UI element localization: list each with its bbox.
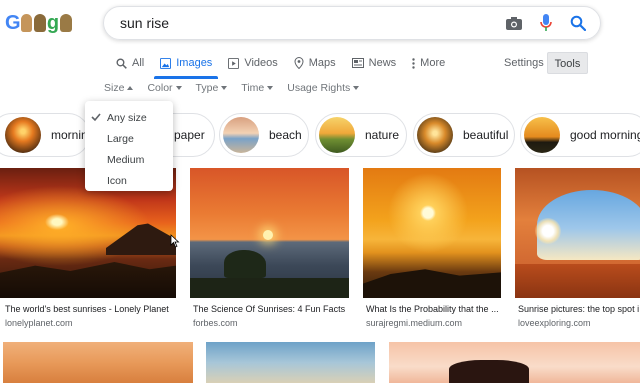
caret-down-icon (353, 86, 360, 90)
chip-beach[interactable]: beach (219, 113, 309, 157)
tab-label: All (132, 57, 145, 69)
menu-item-large[interactable]: Large (85, 128, 173, 149)
tab-images[interactable]: Images (154, 52, 219, 79)
search-bar (103, 6, 601, 40)
tab-label: Images (176, 57, 213, 69)
filter-color[interactable]: Color (147, 82, 182, 94)
filter-type[interactable]: Type (196, 82, 228, 94)
filter-label: Time (241, 82, 265, 94)
search-icon[interactable] (568, 13, 588, 33)
menu-item-label: Large (107, 132, 134, 145)
filter-bar: Size Color Type Time Usage Rights (104, 82, 360, 94)
filter-usage-rights[interactable]: Usage Rights (287, 82, 360, 94)
result-image[interactable] (3, 342, 193, 383)
filter-label: Type (195, 82, 219, 94)
result-title[interactable]: The Science Of Sunrises: 4 Fun Facts (193, 303, 353, 315)
chip-label: beautiful (463, 128, 509, 142)
menu-item-label: Medium (107, 153, 145, 166)
chip-nature[interactable]: nature (315, 113, 407, 157)
chip-thumbnail (319, 117, 355, 153)
map-pin-icon (294, 57, 304, 69)
chip-beautiful[interactable]: beautiful (413, 113, 515, 157)
tab-news[interactable]: News (346, 52, 403, 74)
chip-morning[interactable]: morning (0, 113, 94, 157)
result-image[interactable] (190, 168, 349, 298)
menu-item-icon[interactable]: Icon (85, 170, 173, 191)
result-title[interactable]: The world's best sunrises - Lonely Plane… (5, 303, 175, 315)
settings-button[interactable]: Settings (496, 52, 552, 74)
checkmark-icon (91, 113, 101, 122)
filter-label: Usage Rights (287, 82, 351, 94)
filter-time[interactable]: Time (241, 82, 274, 94)
tab-label: Maps (308, 57, 336, 69)
tab-maps[interactable]: Maps (288, 52, 342, 74)
result-source: surajregmi.medium.com (366, 318, 463, 328)
result-title[interactable]: Sunrise pictures: the top spot i (518, 303, 640, 315)
caret-up-icon (127, 86, 134, 90)
result-image[interactable] (363, 168, 501, 298)
chip-label: paper (174, 128, 205, 142)
result-source: loveexploring.com (518, 318, 591, 328)
filter-size[interactable]: Size (104, 82, 134, 94)
size-dropdown-menu: Any size Large Medium Icon (85, 101, 173, 191)
result-title[interactable]: What Is the Probability that the ... (366, 303, 504, 315)
filter-label: Color (147, 82, 173, 94)
image-icon (160, 57, 172, 69)
chip-thumbnail (5, 117, 41, 153)
search-tabs: All Images Videos Maps News More (110, 52, 455, 79)
video-icon (228, 57, 240, 69)
camera-icon[interactable] (504, 13, 524, 33)
tab-label: More (420, 57, 446, 69)
result-source: forbes.com (193, 318, 238, 328)
tab-label: Videos (244, 57, 278, 69)
more-vert-icon (412, 57, 415, 69)
tab-more[interactable]: More (406, 52, 451, 74)
news-icon (351, 58, 364, 68)
menu-item-label: Icon (107, 174, 127, 187)
mouse-cursor-icon (170, 234, 180, 248)
result-image[interactable] (206, 342, 375, 383)
chip-good-morning[interactable]: good morning (520, 113, 640, 157)
search-icon (116, 57, 127, 69)
chip-label: good morning (570, 128, 640, 142)
result-source: lonelyplanet.com (5, 318, 73, 328)
menu-item-medium[interactable]: Medium (85, 149, 173, 170)
chip-label: nature (365, 128, 400, 142)
menu-item-any-size[interactable]: Any size (85, 107, 173, 128)
result-image[interactable] (389, 342, 640, 383)
result-image[interactable] (515, 168, 640, 298)
google-doodle-logo[interactable]: Gg (5, 10, 73, 36)
chip-label: beach (269, 128, 302, 142)
caret-down-icon (221, 86, 228, 90)
tools-button[interactable]: Tools (547, 52, 588, 74)
menu-item-label: Any size (107, 111, 147, 124)
filter-label: Size (104, 82, 125, 94)
tab-all[interactable]: All (110, 52, 150, 74)
tab-label: News (368, 57, 397, 69)
chip-thumbnail (223, 117, 259, 153)
caret-down-icon (175, 86, 182, 90)
microphone-icon[interactable] (536, 13, 556, 33)
chip-thumbnail (524, 117, 560, 153)
search-input[interactable] (120, 7, 500, 39)
tab-videos[interactable]: Videos (222, 52, 283, 74)
chip-thumbnail (417, 117, 453, 153)
caret-down-icon (267, 86, 274, 90)
